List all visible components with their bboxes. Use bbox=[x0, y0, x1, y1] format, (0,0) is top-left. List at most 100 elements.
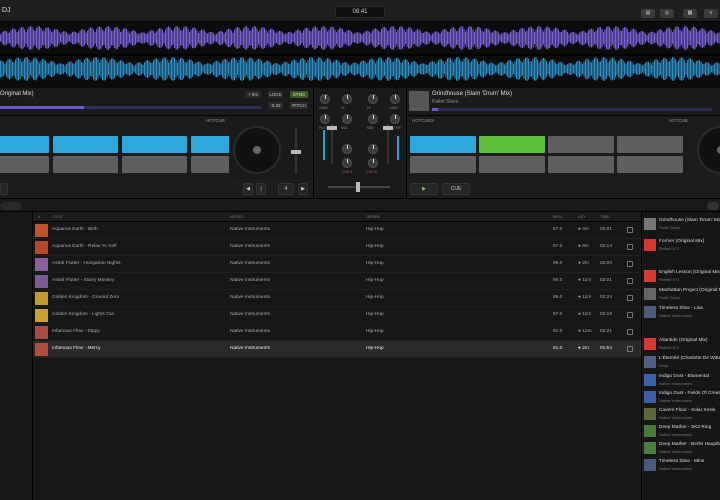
table-row[interactable]: Aquarius Earth - Birth Native Instruments… bbox=[33, 222, 641, 239]
deck-a-pitch-label[interactable]: PITCH bbox=[290, 102, 308, 109]
fader-handle[interactable] bbox=[383, 126, 393, 130]
mixer-filter-knob[interactable] bbox=[368, 158, 378, 168]
wave-icon[interactable]: ◎ bbox=[660, 9, 674, 18]
deck-a-hotcue-pad-3[interactable] bbox=[122, 136, 187, 153]
prep-list-item[interactable]: Former (Original Mix) Reflekt 571 bbox=[642, 237, 720, 253]
prep-list-item[interactable]: Timeless Slow - Mine Native Instruments bbox=[642, 457, 720, 473]
prep-list-item[interactable]: Deep Mather - Berlin Hauptbahnhof Native … bbox=[642, 440, 720, 456]
crossfader-handle[interactable] bbox=[356, 182, 360, 192]
prep-list-item[interactable]: Atlantide (Original Mix) Reflekt 571 bbox=[642, 336, 720, 352]
search-input[interactable] bbox=[0, 202, 22, 210]
fader-handle[interactable] bbox=[327, 126, 337, 130]
deck-b-hotcue-pad-1[interactable] bbox=[410, 136, 476, 153]
col-bpm[interactable]: BPM bbox=[553, 214, 562, 219]
prep-add-icon[interactable] bbox=[627, 244, 633, 250]
deck-a-hotcue-pad-7[interactable] bbox=[122, 156, 187, 173]
mixer-knob[interactable] bbox=[390, 94, 400, 104]
waveform-deck-a-bar bbox=[544, 28, 546, 48]
toggle-icon[interactable] bbox=[707, 202, 719, 210]
col-key[interactable]: KEY bbox=[578, 214, 586, 219]
waveform-deck-a-bar bbox=[474, 31, 476, 45]
col-artist[interactable]: ARTIST bbox=[230, 214, 244, 219]
waveform-deck-a-bar bbox=[153, 31, 155, 45]
deck-a-back-button[interactable] bbox=[0, 183, 8, 195]
prep-list-item[interactable]: English Lesson (Original Mix) Reflekt 571 bbox=[642, 268, 720, 284]
deck-a-jog-wheel[interactable] bbox=[233, 126, 281, 174]
grid-icon[interactable]: ▦ bbox=[683, 9, 697, 18]
prep-list-item[interactable]: L'Éternité (Charlotte De Witte) Ninja bbox=[642, 354, 720, 370]
mixer-low-knob[interactable] bbox=[368, 144, 378, 154]
deck-b-hotcue-pad-4[interactable] bbox=[617, 136, 683, 153]
table-row[interactable]: Golden Kingdom - Ground Zero Native Instr… bbox=[33, 290, 641, 307]
mixer-knob[interactable] bbox=[320, 114, 330, 124]
mixer-filter-knob[interactable] bbox=[342, 158, 352, 168]
deck-a-offset[interactable]: + 0m bbox=[245, 91, 261, 98]
mixer-low-knob[interactable] bbox=[342, 144, 352, 154]
deck-a-hotcue-pad-5[interactable] bbox=[0, 156, 49, 173]
table-row[interactable]: Astral Flutter - Hungarian Nights Native … bbox=[33, 256, 641, 273]
prep-add-icon[interactable] bbox=[627, 346, 633, 352]
waveform-deck-b-bar bbox=[490, 62, 492, 76]
mixer-knob[interactable] bbox=[342, 94, 352, 104]
deck-a-prev-button[interactable]: ◀ bbox=[243, 183, 253, 195]
deck-a-hotcue-pad-6[interactable] bbox=[53, 156, 118, 173]
prep-add-icon[interactable] bbox=[627, 295, 633, 301]
deck-b-cue-button[interactable]: CUE bbox=[442, 183, 470, 195]
waveform-deck-a-bar bbox=[445, 29, 447, 47]
prep-list-item[interactable]: Timeless Slow - Lisa Native Instruments bbox=[642, 304, 720, 320]
table-row[interactable]: Golden Kingdom - Lights Out Native Instru… bbox=[33, 307, 641, 324]
col-time[interactable]: TIME bbox=[600, 214, 610, 219]
table-row[interactable]: Astral Flutter - Starry Monkey Native Ins… bbox=[33, 273, 641, 290]
channel-fader-b[interactable] bbox=[387, 124, 389, 164]
deck-a-lock-button[interactable]: LOCK bbox=[268, 91, 283, 98]
prep-add-icon[interactable] bbox=[627, 261, 633, 267]
col-title[interactable]: TITLE bbox=[52, 214, 63, 219]
mixer-knob[interactable] bbox=[368, 114, 378, 124]
deck-b-play-button[interactable]: ▶ bbox=[410, 183, 438, 195]
prep-add-icon[interactable] bbox=[627, 329, 633, 335]
col-genre[interactable]: GENRE bbox=[366, 214, 380, 219]
crossfader[interactable] bbox=[328, 182, 390, 192]
prep-list-item[interactable]: Indigo Dust - Blumental Native Instrument… bbox=[642, 372, 720, 388]
prep-add-icon[interactable] bbox=[627, 227, 633, 233]
deck-a-next-button[interactable]: ▶ bbox=[298, 183, 308, 195]
mixer-knob[interactable] bbox=[342, 114, 352, 124]
deck-b-hotcue-pad-3[interactable] bbox=[548, 136, 614, 153]
prep-add-icon[interactable] bbox=[627, 278, 633, 284]
table-row[interactable]: Infamous Flow - Dippy Native Instruments H… bbox=[33, 324, 641, 341]
col-index[interactable]: # bbox=[38, 214, 40, 219]
table-row[interactable]: Infamous Flow - Mercy Native Instruments H… bbox=[33, 341, 641, 358]
mixer-knob[interactable] bbox=[390, 114, 400, 124]
layout-icon[interactable]: ▤ bbox=[641, 9, 655, 18]
prep-add-icon[interactable] bbox=[627, 312, 633, 318]
pitch-handle[interactable] bbox=[291, 150, 301, 154]
waveform-deck-a-bar bbox=[99, 26, 101, 50]
prep-list-item[interactable]: Grindhouse (Slam 'Drum' Mix) Pallet Slave bbox=[642, 216, 720, 232]
deck-b-hotcue-pad-6[interactable] bbox=[479, 156, 545, 173]
deck-a-hotcue-pad-1[interactable] bbox=[0, 136, 49, 153]
channel-fader-a[interactable] bbox=[331, 124, 333, 164]
prep-list-item[interactable]: Indigo Dust - Fields Of Creation Native I… bbox=[642, 389, 720, 405]
deck-a-loop-size[interactable]: 4 bbox=[278, 183, 294, 195]
prep-list-item[interactable]: Deep Mather - SK2 Ring Native Instruments bbox=[642, 423, 720, 439]
mixer-knob[interactable] bbox=[368, 94, 378, 104]
deck-b-hotcue-pad-2[interactable] bbox=[479, 136, 545, 153]
waveform-overview[interactable] bbox=[0, 22, 720, 88]
deck-a-hotcue-pad-2[interactable] bbox=[53, 136, 118, 153]
prep-list-item[interactable]: Cavern Floor - Solar Kesis Native Instrum… bbox=[642, 406, 720, 422]
deck-b-hotcue-pad-8[interactable] bbox=[617, 156, 683, 173]
deck-a-divider-button[interactable]: | bbox=[256, 183, 266, 195]
deck-a-sync-button[interactable]: SYNC bbox=[290, 91, 308, 98]
deck-b-jog-wheel[interactable] bbox=[697, 126, 720, 174]
waveform-deck-a-bar bbox=[472, 29, 474, 47]
mixer-knob[interactable] bbox=[320, 94, 330, 104]
prep-list-item[interactable]: Manhattan Project (Original Mix) Pallet S… bbox=[642, 286, 720, 302]
table-row[interactable]: Aquarius Earth - Relax Yo Self Native Ins… bbox=[33, 239, 641, 256]
deck-b-progress[interactable] bbox=[432, 108, 712, 111]
cue-b-label[interactable]: CUE B bbox=[366, 170, 377, 174]
deck-a-progress[interactable] bbox=[0, 106, 262, 109]
deck-b-hotcue-pad-5[interactable] bbox=[410, 156, 476, 173]
cue-a-label[interactable]: CUE A bbox=[342, 170, 353, 174]
list-icon[interactable]: ≡ bbox=[704, 9, 718, 18]
deck-b-hotcue-pad-7[interactable] bbox=[548, 156, 614, 173]
